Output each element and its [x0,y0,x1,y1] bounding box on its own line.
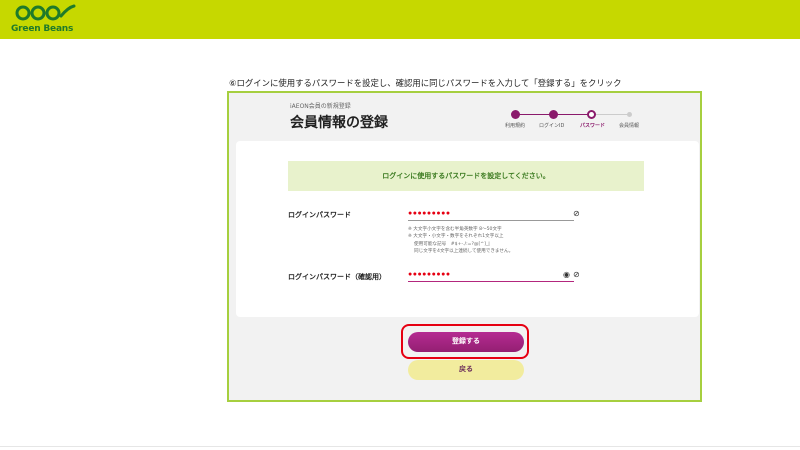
instruction-text: ⑥ログインに使用するパスワードを設定し、確認用に同じパスワードを入力して「登録す… [229,78,622,88]
eye-slash-icon[interactable]: ⊘ [573,209,580,218]
step-connector [515,114,553,115]
notice-banner: ログインに使用するパスワードを設定してください。 [288,161,644,191]
hint-line: 使用可能な記号 #$+-./:=?@[^]_| [408,241,490,247]
green-beans-logo[interactable]: Green Beans [10,4,80,36]
hint-line: 同じ文字を4文字以上連続して使用できません。 [408,249,514,255]
hint-line: ※ 大文字・小文字・数字をそれぞれ1文字以上 [408,234,504,240]
step-label: 会員情報 [619,123,640,129]
step-connector [591,114,629,115]
back-button[interactable]: 戻る [408,360,524,380]
register-button[interactable]: 登録する [408,332,524,352]
password-hints: ※ 大文字小文字を含む半角英数字 8～50文字 ※ 大文字・小文字・数字をそれぞ… [408,226,513,256]
step-dot-current [587,110,596,119]
top-bar: Green Beans [0,0,800,39]
step-dot-done [511,110,520,119]
page-subtitle: iAEON会員の新規登録 [290,103,351,110]
confirm-password-input[interactable] [408,268,574,282]
logo-text: Green Beans [11,24,74,34]
page-title: 会員情報の登録 [290,115,388,131]
logo-rings-icon [15,4,76,21]
step-dot-done [549,110,558,119]
eye-icon[interactable]: ◉ [563,270,570,279]
footer-divider [0,446,800,447]
step-label: 利用規約 [505,123,526,129]
password-label: ログインパスワード [288,211,351,219]
password-input[interactable] [408,207,574,221]
step-connector [553,114,591,115]
step-label-current: パスワード [580,123,606,129]
confirm-password-label: ログインパスワード（確認用） [288,273,386,281]
step-label: ログインID [539,123,565,129]
form-card: ログインに使用するパスワードを設定してください。 ログインパスワード ⊘ ※ 大… [236,141,699,317]
screenshot-frame: iAEON会員の新規登録 会員情報の登録 利用規約 ログインID パスワード 会… [227,91,702,402]
hint-line: ※ 大文字小文字を含む半角英数字 8～50文字 [408,227,502,232]
step-dot-todo [627,112,632,117]
progress-stepper: 利用規約 ログインID パスワード 会員情報 [505,110,651,130]
eye-slash-icon[interactable]: ⊘ [573,270,580,279]
